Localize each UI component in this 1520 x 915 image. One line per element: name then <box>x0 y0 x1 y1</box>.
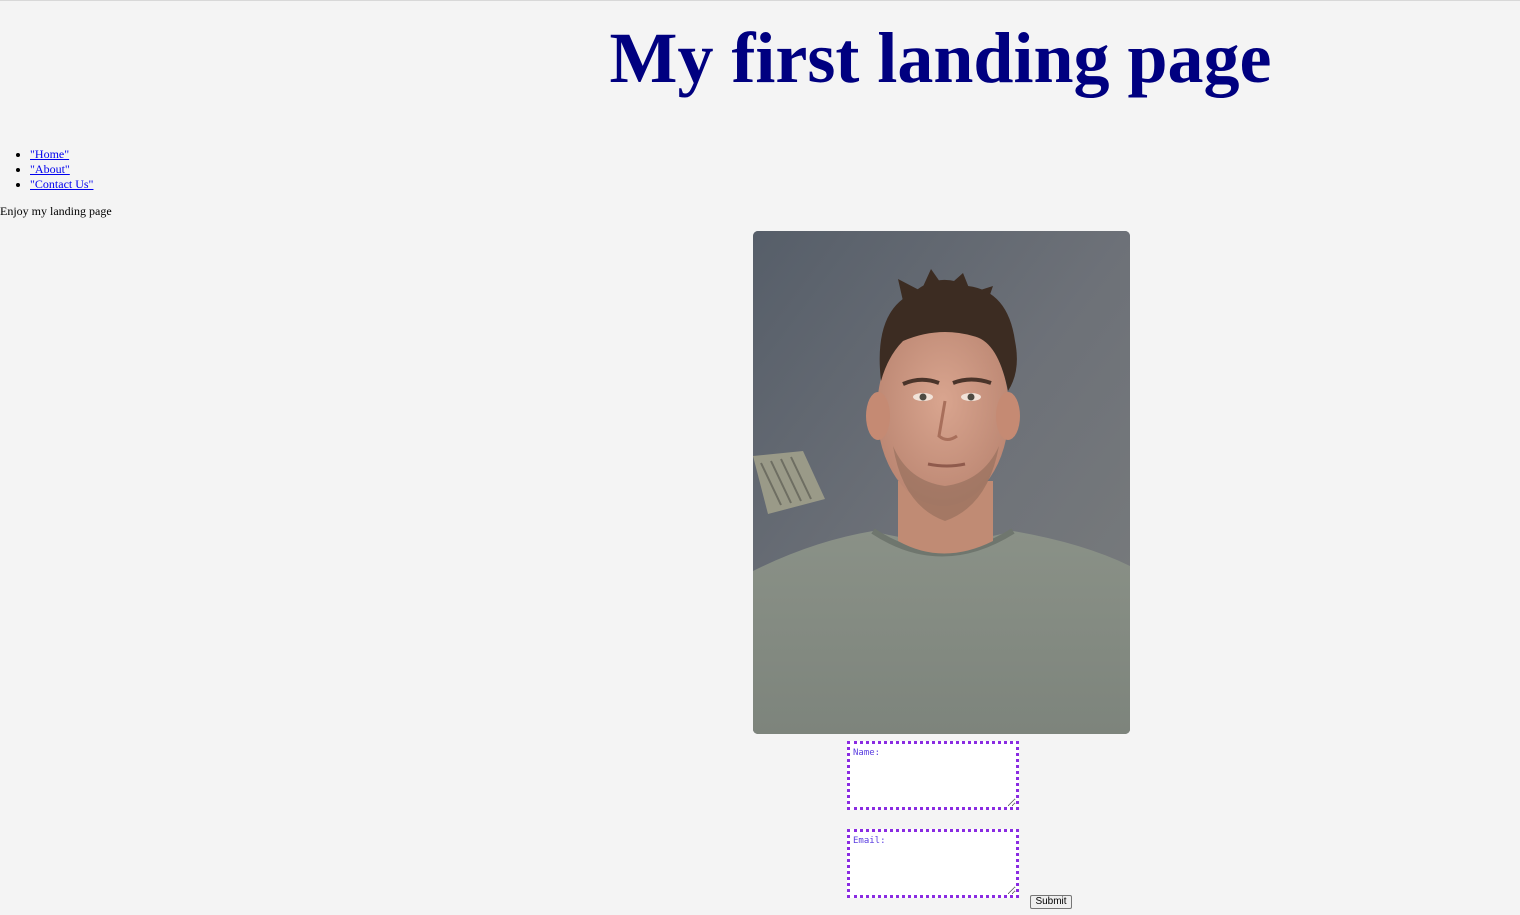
portrait-illustration <box>753 231 1130 734</box>
nav-link-contact[interactable]: "Contact Us" <box>30 177 93 191</box>
nav-link-about[interactable]: "About" <box>30 162 70 176</box>
email-field[interactable] <box>847 829 1019 898</box>
nav-link-home[interactable]: "Home" <box>30 147 69 161</box>
nav-menu: "Home" "About" "Contact Us" <box>0 147 93 192</box>
page-title: My first landing page <box>609 18 1272 98</box>
name-field[interactable] <box>847 741 1019 810</box>
nav-item-home: "Home" <box>30 147 93 162</box>
tagline: Enjoy my landing page <box>0 204 112 218</box>
profile-photo <box>753 231 1130 734</box>
submit-button[interactable]: Submit <box>1030 895 1072 909</box>
nav-item-contact: "Contact Us" <box>30 177 93 192</box>
nav-item-about: "About" <box>30 162 93 177</box>
top-divider <box>0 0 1520 1</box>
